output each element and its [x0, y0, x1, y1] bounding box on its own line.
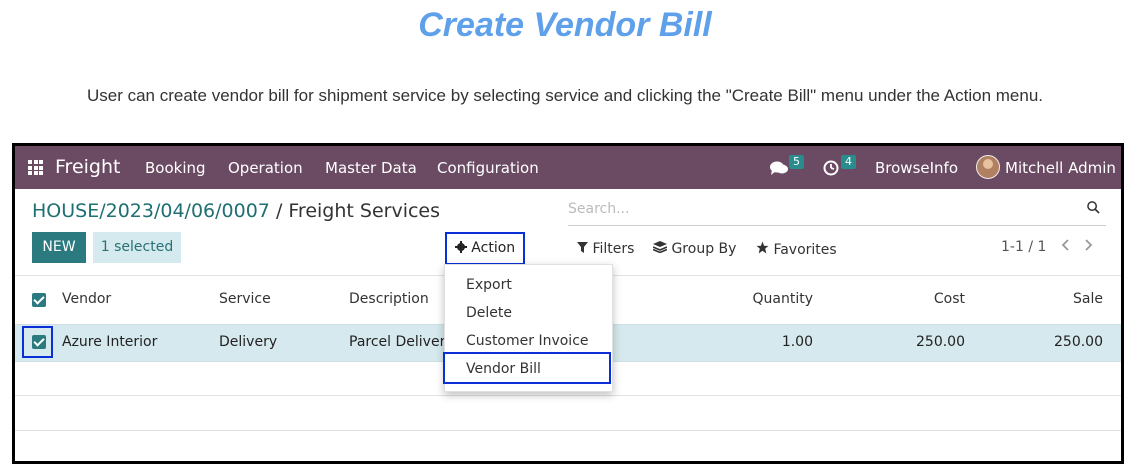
cell-service: Delivery [219, 334, 278, 350]
breadcrumb-parent[interactable]: HOUSE/2023/04/06/0007 [32, 200, 270, 222]
vendor-bill-highlight [443, 352, 611, 384]
cell-quantity: 1.00 [781, 334, 813, 350]
app-name[interactable]: Freight [55, 156, 120, 178]
breadcrumb-separator: / [275, 200, 283, 222]
column-cost[interactable]: Cost [934, 291, 965, 307]
favorites-button[interactable]: Favorites [756, 241, 837, 258]
select-all-checkbox[interactable] [32, 293, 46, 307]
groupby-button[interactable]: Group By [652, 241, 737, 257]
column-quantity[interactable]: Quantity [753, 291, 814, 307]
row-divider [15, 395, 1121, 396]
action-dropdown-menu: Export Delete Customer Invoice Vendor Bi… [443, 264, 613, 392]
gear-icon [454, 241, 467, 253]
filters-button[interactable]: Filters [577, 241, 634, 257]
user-menu[interactable]: Mitchell Admin [1005, 159, 1116, 177]
search-placeholder: Search... [568, 201, 630, 217]
menu-item-delete[interactable]: Delete [466, 305, 512, 321]
row-checkbox-highlight [22, 326, 53, 358]
clock-icon[interactable] [823, 160, 839, 176]
breadcrumb-current: Freight Services [288, 200, 441, 222]
cell-cost: 250.00 [916, 334, 965, 350]
chevron-right-icon[interactable] [1083, 239, 1093, 251]
action-button[interactable]: Action [445, 232, 525, 265]
user-avatar[interactable] [976, 155, 1000, 179]
menu-item-export[interactable]: Export [466, 277, 512, 293]
cell-vendor: Azure Interior [62, 334, 158, 350]
row-divider [15, 430, 1121, 431]
company-switcher[interactable]: BrowseInfo [875, 159, 958, 177]
page-subtitle: User can create vendor bill for shipment… [86, 86, 1044, 105]
menu-item-customer-invoice[interactable]: Customer Invoice [466, 333, 589, 349]
cell-description: Parcel Deliver [349, 334, 446, 350]
column-sale[interactable]: Sale [1073, 291, 1103, 307]
activities-badge: 4 [841, 155, 856, 169]
chevron-left-icon[interactable] [1061, 239, 1071, 251]
new-button[interactable]: NEW [32, 232, 86, 263]
pager-value[interactable]: 1-1 / 1 [1001, 239, 1046, 255]
search-input[interactable]: Search... [568, 201, 1106, 226]
column-vendor[interactable]: Vendor [62, 291, 111, 307]
column-description[interactable]: Description [349, 291, 429, 307]
pager: 1-1 / 1 [1001, 239, 1093, 255]
filters-label: Filters [592, 241, 635, 257]
menu-operation[interactable]: Operation [228, 159, 303, 177]
favorites-label: Favorites [773, 242, 837, 258]
groupby-label: Group By [671, 241, 737, 257]
apps-grid-icon[interactable] [28, 160, 43, 175]
filter-icon [577, 242, 588, 253]
star-icon [756, 241, 769, 254]
page-title: Create Vendor Bill [418, 6, 712, 44]
cell-sale: 250.00 [1054, 334, 1103, 350]
menu-configuration[interactable]: Configuration [437, 159, 539, 177]
layers-icon [652, 241, 668, 254]
action-label: Action [471, 240, 516, 256]
menu-master-data[interactable]: Master Data [325, 159, 417, 177]
breadcrumb: HOUSE/2023/04/06/0007 / Freight Services [32, 200, 440, 222]
column-service[interactable]: Service [219, 291, 271, 307]
menu-booking[interactable]: Booking [145, 159, 206, 177]
search-icon[interactable] [1087, 201, 1100, 214]
top-navbar: Freight Booking Operation Master Data Co… [15, 146, 1121, 189]
chat-icon[interactable] [769, 160, 789, 176]
screenshot-frame: Freight Booking Operation Master Data Co… [12, 143, 1124, 464]
selected-count-badge[interactable]: 1 selected [93, 232, 181, 263]
messages-badge: 5 [789, 155, 804, 169]
